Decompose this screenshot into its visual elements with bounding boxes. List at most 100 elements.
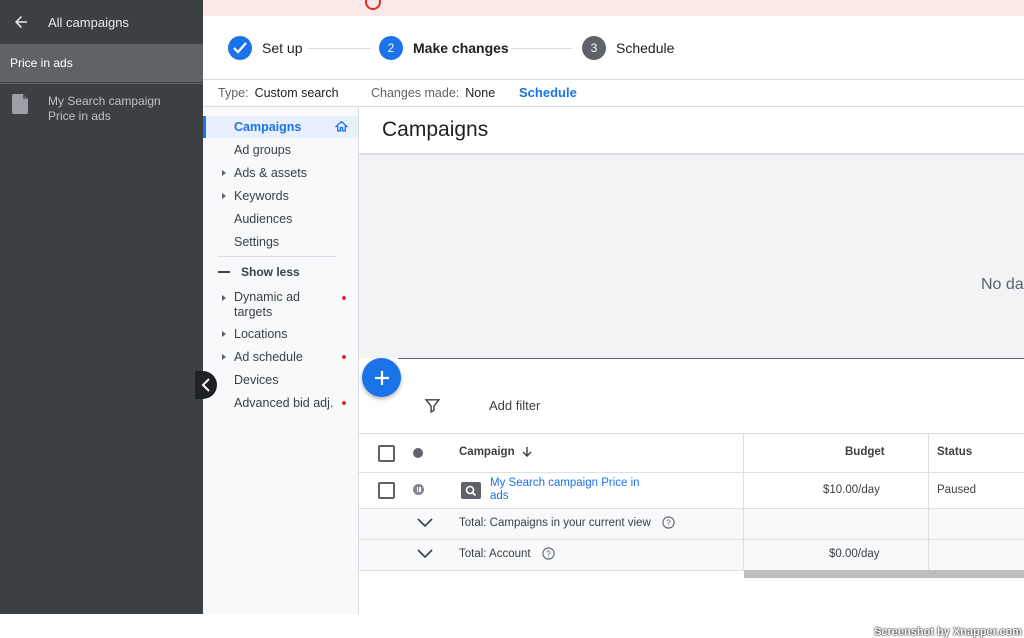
table-row: My Search campaign Price in ads $10.00/d… [359, 472, 1024, 509]
expand-arrow-icon [222, 170, 226, 176]
campaign-name-line1: My Search campaign Price in [490, 477, 640, 489]
row-checkbox[interactable] [378, 482, 395, 499]
column-divider [928, 433, 929, 570]
nav-locations[interactable]: Locations [203, 323, 358, 345]
campaign-name-line2: ads [490, 490, 509, 502]
page-nav: Campaigns Ad groups Ads & assets Keyword… [203, 107, 359, 614]
nav-label: Advanced bid adj. [234, 396, 334, 410]
type-info: Type: Custom search [218, 86, 339, 100]
total-account-label: Total: Account [459, 548, 531, 560]
left-panel: All campaigns Price in ads My Search cam… [0, 0, 203, 614]
step-setup[interactable]: Set up [228, 36, 302, 60]
no-data-text: No da [981, 276, 1024, 293]
alert-dot-icon [342, 401, 346, 405]
nav-label: Settings [234, 235, 280, 249]
stepper: Set up 2 Make changes 3 Schedule [203, 16, 1024, 80]
help-icon[interactable]: ? [662, 516, 675, 529]
nav-label: Ad groups [234, 143, 291, 157]
budget-cell[interactable]: $10.00/day [823, 484, 880, 496]
step-label: Schedule [616, 40, 675, 56]
selected-draft[interactable]: Price in ads [0, 44, 203, 82]
campaign-column-header[interactable]: Campaign [459, 446, 533, 458]
help-icon[interactable]: ? [542, 547, 555, 560]
expand-arrow-icon [222, 354, 226, 360]
nav-dynamic-ad-targets[interactable]: Dynamic ad targets [203, 287, 358, 323]
campaign-item[interactable]: My Search campaign Price in ads [0, 84, 203, 124]
campaign-name-link[interactable]: My Search campaign Price in ads [490, 477, 655, 503]
nav-advanced-bid-adj[interactable]: Advanced bid adj. [203, 392, 358, 414]
error-banner [203, 0, 1024, 16]
sort-down-icon [522, 447, 532, 457]
nav-settings[interactable]: Settings [203, 231, 358, 253]
nav-audiences[interactable]: Audiences [203, 208, 358, 230]
nav-keywords[interactable]: Keywords [203, 185, 358, 207]
chevron-down-icon[interactable] [417, 518, 433, 528]
step-label: Set up [262, 40, 303, 56]
nav-ads-assets[interactable]: Ads & assets [203, 162, 358, 184]
nav-label: Ad schedule [234, 350, 303, 364]
home-icon [335, 120, 348, 132]
select-all-checkbox[interactable] [378, 445, 395, 462]
step-make-changes[interactable]: 2 Make changes [379, 36, 509, 60]
alert-dot-icon [342, 355, 346, 359]
document-icon [12, 94, 28, 114]
search-campaign-icon [461, 482, 481, 499]
paused-status-icon[interactable] [413, 484, 424, 495]
step-number: 2 [379, 36, 403, 60]
campaign-header-label: Campaign [459, 446, 515, 458]
changes-label: Changes made: [371, 86, 460, 100]
svg-text:?: ? [546, 550, 551, 559]
column-divider [743, 433, 744, 570]
nav-label: Devices [234, 373, 279, 387]
svg-text:?: ? [666, 519, 671, 528]
status-dot-icon [413, 448, 423, 458]
chart-axis [398, 358, 1024, 359]
minus-icon [218, 271, 230, 273]
alert-dot-icon [342, 296, 346, 300]
budget-column-header[interactable]: Budget [845, 446, 885, 458]
nav-label-line1: Dynamic ad [234, 290, 300, 304]
total-view-row: Total: Campaigns in your current view ? [359, 509, 1024, 540]
chevron-down-icon[interactable] [417, 549, 433, 559]
error-icon [365, 0, 381, 10]
status-column-header[interactable]: Status [937, 446, 972, 458]
performance-chart-area [359, 155, 1024, 358]
watermark: Screenshot by Xnapper.com [874, 626, 1022, 638]
plus-icon [374, 370, 389, 385]
page-title: Campaigns [382, 118, 489, 141]
total-view-label: Total: Campaigns in your current view [459, 517, 651, 529]
add-campaign-button[interactable] [362, 358, 401, 397]
arrow-back-icon[interactable] [12, 13, 30, 31]
type-value: Custom search [254, 86, 339, 100]
nav-campaigns[interactable]: Campaigns [203, 116, 358, 138]
expand-arrow-icon [222, 193, 226, 199]
changes-info: Changes made: None [371, 86, 495, 100]
nav-label: Ads & assets [234, 166, 307, 180]
nav-ad-schedule[interactable]: Ad schedule [203, 346, 358, 368]
back-to-all-campaigns[interactable]: All campaigns [0, 0, 203, 44]
total-account-row: Total: Account ? $0.00/day [359, 540, 1024, 571]
nav-label: Dynamic ad targets [234, 290, 300, 320]
show-less-label: Show less [241, 265, 300, 279]
nav-label: Keywords [234, 189, 289, 203]
status-cell: Paused [937, 484, 977, 496]
step-schedule[interactable]: 3 Schedule [582, 36, 674, 60]
schedule-link[interactable]: Schedule [519, 85, 577, 100]
nav-ad-groups[interactable]: Ad groups [203, 139, 358, 161]
expand-arrow-icon [222, 331, 226, 337]
nav-label: Locations [234, 327, 288, 341]
horizontal-scrollbar[interactable] [744, 570, 1024, 578]
campaign-name: My Search campaign [48, 94, 161, 108]
step-connector [511, 48, 572, 49]
chevron-left-icon [201, 378, 210, 392]
nav-label-line2: targets [234, 305, 273, 319]
all-campaigns-label[interactable]: All campaigns [48, 15, 129, 30]
filter-icon[interactable] [424, 397, 441, 414]
show-less-toggle[interactable]: Show less [218, 265, 300, 279]
add-filter-button[interactable]: Add filter [489, 398, 540, 413]
nav-devices[interactable]: Devices [203, 369, 358, 391]
step-number: 3 [582, 36, 606, 60]
expand-arrow-icon [222, 295, 226, 301]
nav-label: Campaigns [234, 120, 302, 134]
total-account-budget: $0.00/day [829, 548, 880, 560]
